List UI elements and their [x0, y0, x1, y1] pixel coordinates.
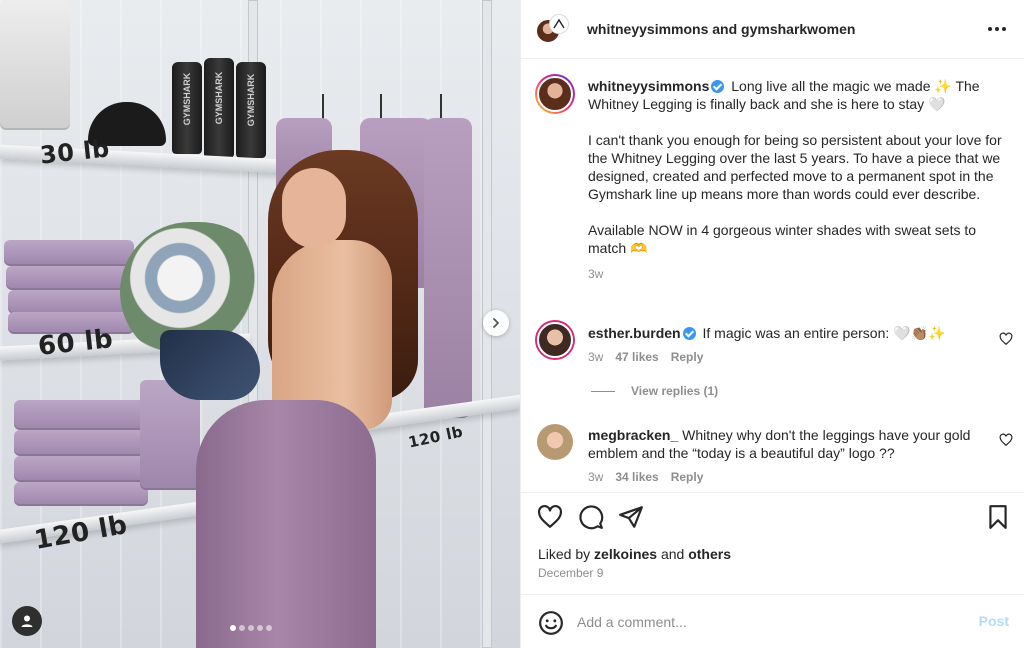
post-header: whitneyysimmons and gymsharkwomen — [521, 0, 1024, 59]
white-folded-clothes — [0, 0, 70, 130]
heart-icon[interactable] — [537, 504, 563, 530]
bookmark-icon[interactable] — [985, 504, 1011, 530]
carousel-dot — [230, 625, 236, 631]
verified-badge-icon — [711, 80, 725, 93]
post-media[interactable]: GYMSHARK GYMSHARK GYMSHARK 30 lb 60 lb 1… — [0, 0, 520, 648]
carousel-dot — [266, 625, 272, 631]
verified-badge-icon — [682, 327, 696, 340]
carousel-dot — [239, 625, 245, 631]
post-actions: Liked by zelkoines and others December 9 — [521, 492, 1024, 594]
hanger — [440, 94, 442, 120]
comment-time[interactable]: 3w — [588, 470, 603, 484]
next-slide-button[interactable] — [483, 310, 509, 336]
liked-by-and: and — [660, 546, 685, 562]
user-icon — [21, 615, 33, 627]
folded-clothes — [14, 456, 148, 482]
comment-input[interactable] — [577, 609, 957, 635]
gymshark-logo-icon — [553, 18, 565, 29]
more-options-button[interactable] — [985, 20, 1009, 38]
avatar[interactable] — [549, 14, 569, 34]
liked-by-others[interactable]: others — [688, 546, 731, 562]
emoji-icon[interactable] — [538, 610, 564, 636]
water-bottle: GYMSHARK — [172, 62, 202, 154]
caption-paragraph: whitneyysimmons Long live all the magic … — [588, 77, 1008, 113]
comment-text: If magic was an entire person: 🤍👏🏽✨ — [702, 325, 946, 341]
comment-like-heart-icon[interactable] — [999, 332, 1013, 346]
bouquet-wrap — [160, 330, 260, 400]
folded-clothes — [14, 430, 148, 456]
add-comment-bar: Post — [521, 594, 1024, 648]
folded-clothes — [4, 240, 134, 266]
comment-username[interactable]: megbracken_ — [588, 427, 678, 443]
post-comment-button[interactable]: Post — [979, 613, 1009, 629]
reply-button[interactable]: Reply — [671, 350, 704, 364]
post-authors[interactable]: whitneyysimmons and gymsharkwomen — [587, 21, 855, 37]
more-horizontal-icon — [1002, 27, 1006, 31]
post-date[interactable]: December 9 — [538, 566, 603, 580]
folded-clothes — [14, 400, 148, 430]
person-leggings — [196, 400, 376, 648]
caption-timestamp[interactable]: 3w — [588, 265, 1008, 283]
chevron-right-icon — [493, 318, 499, 328]
collab-avatars[interactable] — [535, 14, 571, 46]
comment-like-heart-icon[interactable] — [999, 433, 1013, 447]
hanger — [380, 94, 382, 120]
person-face — [282, 168, 346, 248]
reply-button[interactable]: Reply — [671, 470, 704, 484]
view-replies-button[interactable]: View replies (1) — [591, 384, 718, 398]
liked-by-prefix: Liked by — [538, 546, 591, 562]
comment-likes[interactable]: 34 likes — [615, 470, 658, 484]
liked-by-text[interactable]: Liked by zelkoines and others — [538, 546, 731, 562]
author-avatar[interactable] — [535, 74, 575, 114]
carousel-dot — [248, 625, 254, 631]
comment-body: esther.burden If magic was an entire per… — [588, 324, 978, 342]
carousel-indicator — [230, 625, 272, 631]
hanger — [322, 94, 324, 120]
tagged-users-button[interactable] — [12, 606, 42, 636]
comment-time[interactable]: 3w — [588, 350, 603, 364]
folded-clothes — [6, 266, 134, 290]
comment-avatar[interactable] — [537, 424, 573, 460]
caption-paragraph: I can't thank you enough for being so pe… — [588, 132, 1002, 202]
comment-avatar[interactable] — [537, 322, 573, 358]
carousel-dot — [257, 625, 263, 631]
comment-username[interactable]: esther.burden — [588, 325, 681, 341]
folded-clothes — [14, 482, 148, 506]
post-side-panel: whitneyysimmons and gymsharkwomen whitne… — [520, 0, 1024, 648]
post-caption: whitneyysimmons Long live all the magic … — [588, 77, 1008, 283]
share-icon[interactable] — [618, 504, 644, 530]
water-bottle: GYMSHARK — [204, 58, 234, 158]
comment-likes[interactable]: 47 likes — [615, 350, 658, 364]
water-bottle: GYMSHARK — [236, 62, 266, 158]
caption-paragraph: Available NOW in 4 gorgeous winter shade… — [588, 222, 977, 256]
folded-clothes — [8, 290, 134, 314]
comment-icon[interactable] — [578, 504, 604, 530]
hanging-leggings — [424, 118, 472, 418]
divider-line — [591, 390, 615, 392]
liked-by-user[interactable]: zelkoines — [594, 546, 657, 562]
comment-meta: 3w 47 likes Reply — [588, 350, 703, 364]
caption-username[interactable]: whitneyysimmons — [588, 78, 709, 94]
view-replies-label: View replies (1) — [631, 384, 719, 398]
more-horizontal-icon — [995, 27, 999, 31]
comment-meta: 3w 34 likes Reply — [588, 470, 703, 484]
comment-body: megbracken_ Whitney why don't the leggin… — [588, 426, 978, 462]
more-horizontal-icon — [988, 27, 992, 31]
